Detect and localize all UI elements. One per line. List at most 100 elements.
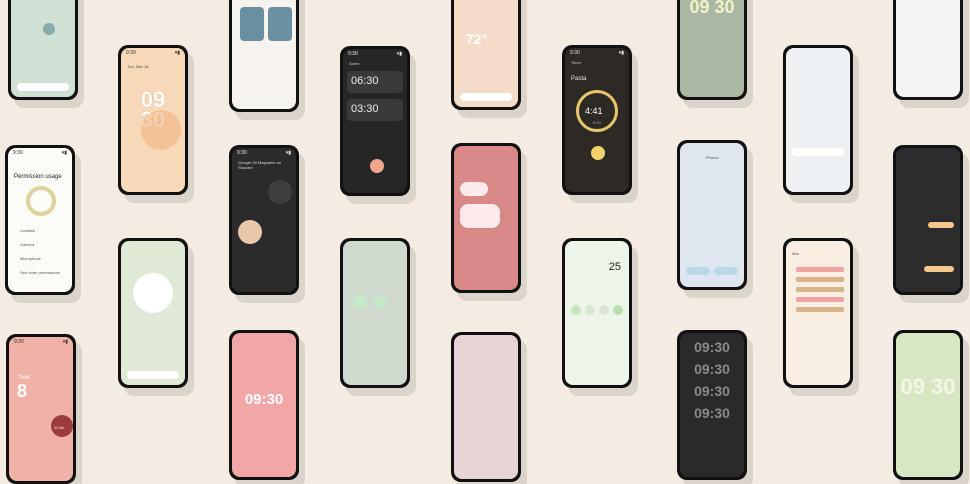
wallpaper-preview [240, 7, 264, 41]
phone-screen [232, 0, 296, 109]
phone-photos: Photos [677, 140, 747, 290]
contact-photo [238, 220, 262, 244]
phone-screen: 9:30 ▾▮ Permission usage Location Camera … [8, 148, 72, 292]
phone-screen [454, 146, 518, 290]
timer-label: Pasta [571, 76, 587, 82]
phone-screen: 09 30 [680, 0, 744, 97]
calc-result: 25 [608, 261, 621, 273]
phone-home-green [118, 238, 188, 388]
phone-wallpaper-light [783, 45, 853, 195]
phone-screen: 09 30 [896, 333, 960, 477]
notification-title: Google Oil Magnates on Shazam [238, 160, 282, 170]
phone-screen: 9:30 ▾▮ Alarm 06:30 03:30 [343, 49, 407, 193]
event-bar[interactable] [796, 297, 844, 302]
pause-button[interactable] [591, 146, 605, 160]
screen-title: Timer [571, 60, 582, 65]
chat-bubble[interactable] [460, 182, 488, 196]
day-number: 8 [17, 381, 28, 401]
chat-bubble[interactable] [924, 266, 954, 272]
phone-clock-leaves: 09 30 [893, 330, 963, 480]
phone-wallpaper-picker [229, 0, 299, 112]
list-item[interactable]: Camera [20, 242, 34, 247]
phone-screen: Photos [680, 143, 744, 287]
chat-bubble[interactable] [928, 222, 954, 228]
wallpaper-preview [268, 7, 292, 41]
calc-key[interactable] [599, 305, 609, 315]
album-art [133, 273, 173, 313]
phone-screen: 09:30 [232, 333, 296, 477]
search-bar[interactable] [792, 148, 844, 156]
alarm-time: 06:30 [351, 75, 379, 87]
phone-screen: 9:30 ▾▮ Nov 8 12.8k [9, 337, 73, 481]
clock-line: 09:30 [694, 405, 730, 421]
phone-screen [786, 48, 850, 192]
phone-calculator: 25 [562, 238, 632, 388]
phone-notifications [893, 0, 963, 100]
phone-home-floral [451, 143, 521, 293]
avatar [43, 23, 55, 35]
clock-line: 09:30 [694, 361, 730, 377]
search-bar[interactable] [127, 371, 179, 379]
event-bar[interactable] [796, 267, 844, 272]
usage-ring [26, 186, 56, 216]
phone-home-mountain [340, 238, 410, 388]
list-item[interactable]: Location [20, 228, 35, 233]
phone-screen [343, 241, 407, 385]
screen-title: Alarm [349, 61, 360, 66]
phone-screen [121, 241, 185, 385]
phone-permission-usage: 9:30 ▾▮ Permission usage Location Camera … [5, 145, 75, 295]
phone-screen [11, 0, 75, 97]
screen-title: Photos [706, 155, 719, 160]
phone-screen: 25 [565, 241, 629, 385]
chat-bubble[interactable] [460, 204, 500, 228]
phone-clock-peach: 9:30▾▮ Tue, Mar 16 09 30 [118, 45, 188, 195]
clock-line: 09:30 [694, 339, 730, 355]
screen-title: Permission usage [14, 174, 62, 180]
phone-music-dark: 9:30 ▾▮ Google Oil Magnates on Shazam [229, 145, 299, 295]
stat-value: 12.8k [54, 425, 64, 430]
status-bar: 9:30 ▾▮ [14, 339, 68, 345]
alarm-time: 03:30 [351, 103, 379, 115]
event-bar[interactable] [796, 287, 844, 292]
phone-screen: Mar [786, 241, 850, 385]
lock-time: 09:30 [244, 391, 284, 408]
date-label: Tue, Mar 16 [127, 64, 149, 69]
list-item[interactable]: Microphone [20, 256, 41, 261]
phone-screen [896, 0, 960, 97]
clock-widget [268, 180, 292, 204]
add-alarm-button[interactable] [370, 159, 384, 173]
status-bar: 9:30 ▾▮ [348, 51, 402, 57]
search-bar[interactable] [17, 83, 69, 91]
phone-screen: 9:30 ▾▮ Timer Pasta 4:41 5:00 [565, 48, 629, 192]
timer-time: 4:41 [585, 106, 603, 116]
weather-temp: 72° [466, 31, 488, 47]
phone-timer: 9:30 ▾▮ Timer Pasta 4:41 5:00 [562, 45, 632, 195]
search-bar[interactable] [460, 93, 512, 101]
phone-clock-stack: 09:30 09:30 09:30 09:30 [677, 330, 747, 480]
status-bar: 9:30 ▾▮ [237, 150, 291, 156]
status-bar: 9:30 ▾▮ [13, 150, 67, 156]
clock-line: 09:30 [694, 383, 730, 399]
status-bar: 9:30 ▾▮ [126, 50, 180, 56]
calendar-title: Mar [792, 251, 799, 256]
phone-screen: 09:30 09:30 09:30 09:30 [680, 333, 744, 477]
calc-key[interactable] [585, 305, 595, 315]
phone-clock-mint: 09 30 [677, 0, 747, 100]
calc-key[interactable] [613, 305, 623, 315]
action-button[interactable] [686, 267, 710, 275]
phone-screen: 9:30 ▾▮ Google Oil Magnates on Shazam [232, 148, 296, 292]
event-bar[interactable] [796, 277, 844, 282]
quick-tile[interactable] [353, 295, 367, 309]
phone-weather: 72° [451, 0, 521, 110]
list-item[interactable]: See other permissions [20, 270, 60, 275]
action-button[interactable] [714, 267, 738, 275]
clock-time: 09 30 [689, 0, 735, 17]
phone-calendar-list: Mar [783, 238, 853, 388]
clock-time: 09 30 [900, 374, 956, 399]
phone-screen [454, 335, 518, 479]
phone-lockscreen-pink: 09:30 [229, 330, 299, 480]
event-bar[interactable] [796, 307, 844, 312]
quick-tile[interactable] [373, 295, 387, 309]
phone-mountain-pastel [451, 332, 521, 482]
calc-key[interactable] [571, 305, 581, 315]
